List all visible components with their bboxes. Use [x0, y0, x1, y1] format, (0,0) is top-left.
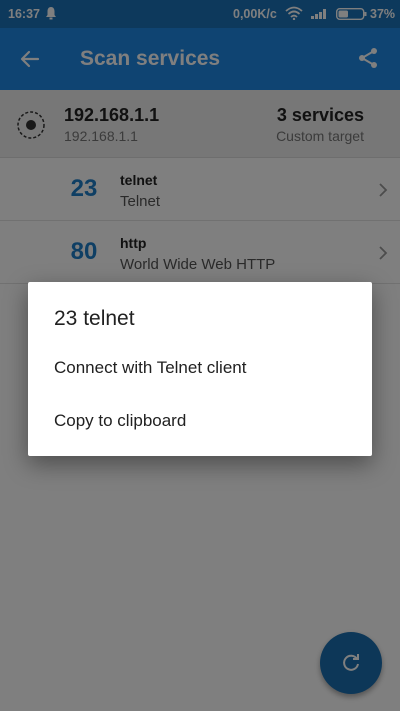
service-actions-dialog: 23 telnet Connect with Telnet client Cop… [28, 282, 372, 456]
connect-telnet-option[interactable]: Connect with Telnet client [28, 342, 372, 394]
dialog-title: 23 telnet [54, 307, 135, 330]
copy-clipboard-option[interactable]: Copy to clipboard [28, 395, 372, 447]
